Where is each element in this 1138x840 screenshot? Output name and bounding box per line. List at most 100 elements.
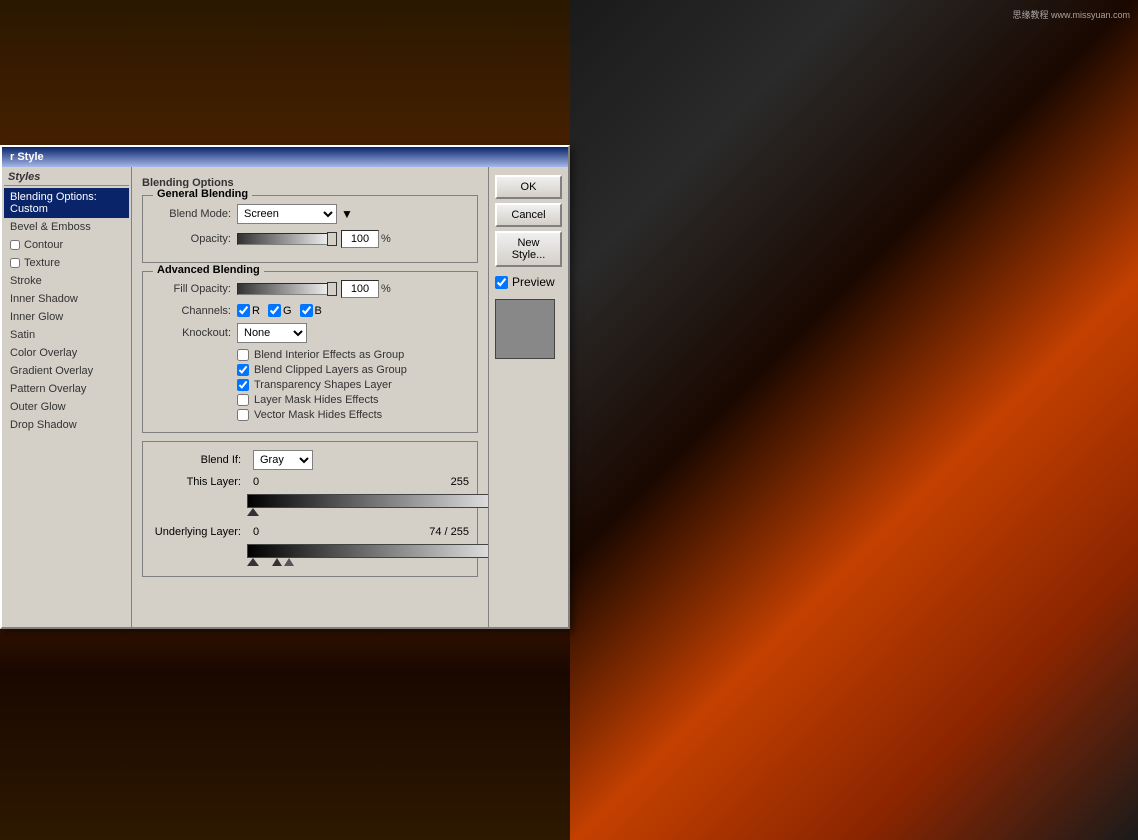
opacity-slider-thumb[interactable] <box>327 232 337 246</box>
underlying-left-arrow-1[interactable] <box>247 558 259 566</box>
sidebar-item-blending-options[interactable]: Blending Options: Custom <box>4 188 129 218</box>
preview-checkbox[interactable] <box>495 276 508 289</box>
sidebar-label-inner-glow: Inner Glow <box>10 311 63 323</box>
sidebar-item-outer-glow[interactable]: Outer Glow <box>4 398 129 416</box>
contour-checkbox[interactable] <box>10 240 20 250</box>
layer-mask-checkbox[interactable] <box>237 394 249 406</box>
right-panel-background <box>570 0 1138 840</box>
this-layer-min: 0 <box>253 476 259 488</box>
watermark: 思缘教程 www.missyuan.com <box>1012 8 1130 21</box>
knockout-label: Knockout: <box>151 327 231 339</box>
sidebar-item-color-overlay[interactable]: Color Overlay <box>4 344 129 362</box>
channel-g-item: G <box>268 304 292 317</box>
channel-r-item: R <box>237 304 260 317</box>
blend-interior-row: Blend Interior Effects as Group <box>237 349 469 361</box>
this-layer-left-arrow[interactable] <box>247 508 259 516</box>
vector-mask-label: Vector Mask Hides Effects <box>254 409 382 421</box>
sidebar-label-contour: Contour <box>24 239 63 251</box>
this-layer-container: This Layer: 0 255 <box>151 476 469 508</box>
sidebar-label-texture: Texture <box>24 257 60 269</box>
general-blending-box: General Blending Blend Mode: Screen Norm… <box>142 195 478 263</box>
blend-if-select[interactable]: Gray Red Green Blue <box>253 450 313 470</box>
opacity-label: Opacity: <box>151 233 231 245</box>
preview-box <box>495 299 555 359</box>
sidebar-label-stroke: Stroke <box>10 275 42 287</box>
sidebar-item-gradient-overlay[interactable]: Gradient Overlay <box>4 362 129 380</box>
dialog-main-content: Blending Options General Blending Blend … <box>132 167 488 627</box>
underlying-layer-values: 0 74 / 255 <box>253 526 469 538</box>
opacity-row: Opacity: % <box>151 230 469 248</box>
underlying-layer-min: 0 <box>253 526 259 538</box>
knockout-select[interactable]: None Shallow Deep <box>237 323 307 343</box>
ok-button[interactable]: OK <box>495 175 562 199</box>
blend-mode-select[interactable]: Screen Normal Multiply Overlay <box>237 204 337 224</box>
advanced-blending-box: Advanced Blending Fill Opacity: % Channe… <box>142 271 478 433</box>
sidebar-item-inner-glow[interactable]: Inner Glow <box>4 308 129 326</box>
sidebar-label-gradient-overlay: Gradient Overlay <box>10 365 93 377</box>
texture-checkbox[interactable] <box>10 258 20 268</box>
new-style-button[interactable]: New Style... <box>495 231 562 267</box>
fill-opacity-slider-thumb[interactable] <box>327 282 337 296</box>
sidebar-label-inner-shadow: Inner Shadow <box>10 293 78 305</box>
underlying-layer-container: Underlying Layer: 0 74 / 255 <box>151 526 469 558</box>
cancel-button[interactable]: Cancel <box>495 203 562 227</box>
blend-if-label: Blend If: <box>151 454 241 466</box>
blend-mode-arrow: ▼ <box>341 207 353 221</box>
this-layer-values: 0 255 <box>253 476 469 488</box>
sidebar-item-satin[interactable]: Satin <box>4 326 129 344</box>
underlying-layer-gradient-track[interactable] <box>247 544 488 558</box>
underlying-split-right-arrow[interactable] <box>284 558 294 566</box>
dialog-buttons-panel: OK Cancel New Style... Preview <box>488 167 568 627</box>
transparency-shapes-checkbox[interactable] <box>237 379 249 391</box>
layer-mask-row: Layer Mask Hides Effects <box>237 394 469 406</box>
channel-g-checkbox[interactable] <box>268 304 281 317</box>
blend-if-row: Blend If: Gray Red Green Blue <box>151 450 469 470</box>
blend-clipped-label: Blend Clipped Layers as Group <box>254 364 407 376</box>
sidebar-item-drop-shadow[interactable]: Drop Shadow <box>4 416 129 434</box>
preview-row: Preview <box>495 275 562 289</box>
fill-opacity-slider-track[interactable] <box>237 283 337 295</box>
underlying-layer-values-row: Underlying Layer: 0 74 / 255 <box>151 526 469 538</box>
fill-opacity-percent: % <box>381 283 391 295</box>
channels-row: Channels: R G B <box>151 304 469 317</box>
sidebar-item-pattern-overlay[interactable]: Pattern Overlay <box>4 380 129 398</box>
this-layer-values-row: This Layer: 0 255 <box>151 476 469 488</box>
underlying-split-arrows <box>272 558 294 566</box>
this-layer-max: 255 <box>451 476 469 488</box>
underlying-layer-split: 74 / 255 <box>429 526 469 538</box>
this-layer-gradient-track[interactable] <box>247 494 488 508</box>
sidebar-item-texture[interactable]: Texture <box>4 254 129 272</box>
blend-interior-checkbox[interactable] <box>237 349 249 361</box>
channel-r-label: R <box>252 305 260 317</box>
opacity-input[interactable] <box>341 230 379 248</box>
vector-mask-checkbox[interactable] <box>237 409 249 421</box>
transparency-shapes-row: Transparency Shapes Layer <box>237 379 469 391</box>
blend-if-section: Blend If: Gray Red Green Blue This Layer… <box>142 441 478 577</box>
preview-label: Preview <box>512 275 555 289</box>
styles-label: Styles <box>4 169 129 186</box>
channels-label: Channels: <box>151 305 231 317</box>
opacity-slider-track[interactable] <box>237 233 337 245</box>
advanced-blending-title: Advanced Blending <box>153 264 264 276</box>
fill-opacity-input[interactable] <box>341 280 379 298</box>
sidebar-item-stroke[interactable]: Stroke <box>4 272 129 290</box>
this-layer-slider-row <box>247 494 469 508</box>
underlying-layer-label: Underlying Layer: <box>151 526 241 538</box>
blend-mode-row: Blend Mode: Screen Normal Multiply Overl… <box>151 204 469 224</box>
dialog-sidebar: Styles Blending Options: Custom Bevel & … <box>2 167 132 627</box>
fill-opacity-row: Fill Opacity: % <box>151 280 469 298</box>
layer-mask-label: Layer Mask Hides Effects <box>254 394 379 406</box>
sidebar-item-bevel-emboss[interactable]: Bevel & Emboss <box>4 218 129 236</box>
dialog-body: Styles Blending Options: Custom Bevel & … <box>2 167 568 627</box>
channels-checkboxes: R G B <box>237 304 322 317</box>
channel-r-checkbox[interactable] <box>237 304 250 317</box>
sidebar-label-bevel-emboss: Bevel & Emboss <box>10 221 91 233</box>
underlying-split-left-arrow[interactable] <box>272 558 282 566</box>
sidebar-item-contour[interactable]: Contour <box>4 236 129 254</box>
blend-clipped-checkbox[interactable] <box>237 364 249 376</box>
channel-b-checkbox[interactable] <box>300 304 313 317</box>
channel-b-item: B <box>300 304 322 317</box>
general-blending-title: General Blending <box>153 188 252 200</box>
blend-clipped-row: Blend Clipped Layers as Group <box>237 364 469 376</box>
sidebar-item-inner-shadow[interactable]: Inner Shadow <box>4 290 129 308</box>
